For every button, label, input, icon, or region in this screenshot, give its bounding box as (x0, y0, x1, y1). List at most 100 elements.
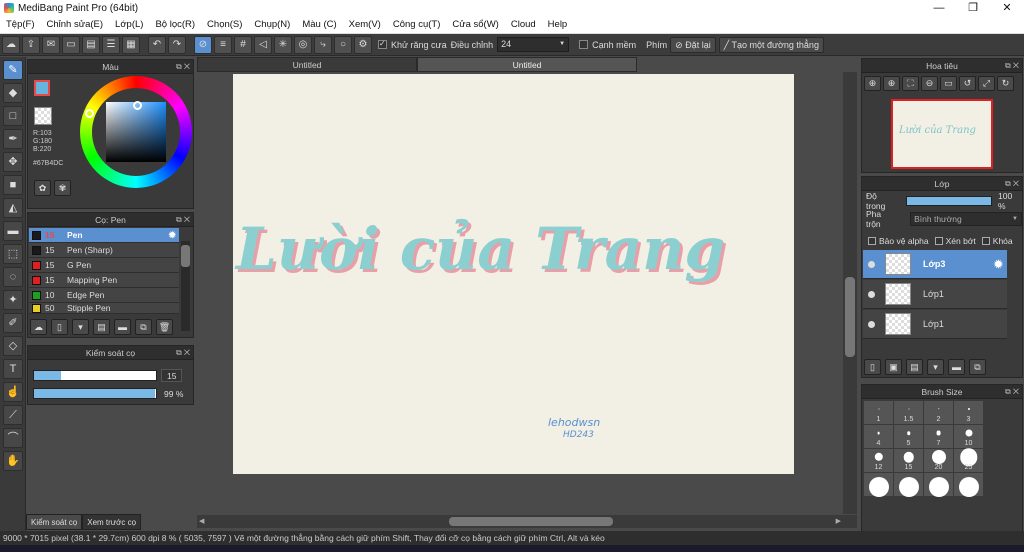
brush-size-preset[interactable]: 4 (864, 425, 893, 448)
menu-cloud[interactable]: Cloud (505, 19, 542, 30)
brush-size-preset[interactable] (894, 473, 923, 497)
horizontal-scroll-thumb[interactable] (449, 517, 613, 526)
visibility-eye-icon[interactable] (868, 260, 875, 268)
operation-tool-icon[interactable]: ☝ (3, 382, 23, 402)
brush-size-preset[interactable]: 1.5 (894, 401, 923, 424)
chat-icon[interactable]: ▭ (62, 35, 80, 54)
menu-window[interactable]: Cửa sổ(W) (446, 19, 504, 30)
zoom-out-icon[interactable]: ⊖ (921, 76, 938, 91)
layer-folder-icon[interactable]: ▬ (948, 359, 965, 375)
color-settings-icon[interactable]: ✾ (54, 180, 71, 196)
layer-opacity-slider[interactable] (906, 196, 993, 206)
tab-document-1[interactable]: Untitled (197, 57, 417, 72)
brush-item[interactable]: 15 Mapping Pen (29, 273, 179, 288)
fit-window-icon[interactable]: ⛶ (902, 76, 919, 91)
duplicate-layer-icon[interactable]: ⧉ (969, 359, 986, 375)
brush-opacity-slider[interactable] (33, 388, 157, 399)
brush-item[interactable]: 50 Stipple Pen (29, 303, 179, 314)
brush-size-preset[interactable]: 7 (924, 425, 953, 448)
brush-size-preset[interactable]: 5 (894, 425, 923, 448)
gear-icon[interactable]: ✹ (168, 230, 176, 241)
shape-tool-icon[interactable]: ■ (3, 175, 23, 195)
hue-knob[interactable] (85, 109, 94, 118)
tab-brush-control[interactable]: Kiểm soát cọ (26, 514, 83, 530)
brush-size-preset[interactable]: 10 (954, 425, 983, 448)
gradient-tool-icon[interactable]: ▬ (3, 221, 23, 241)
brush-size-preset[interactable]: 1 (864, 401, 893, 424)
new-halftone-layer-icon[interactable]: ▣ (885, 359, 902, 375)
brush-tool-icon[interactable]: ✎ (3, 60, 23, 80)
soft-edge-checkbox[interactable] (579, 40, 589, 49)
new-brush-icon[interactable]: ▯ (51, 319, 68, 335)
brush-list-scrollbar[interactable] (181, 241, 190, 331)
actual-size-icon[interactable]: ▭ (940, 76, 957, 91)
drawing-canvas[interactable]: Lười của Trang Lười của Trang lehodwsn H… (233, 74, 794, 474)
menu-file[interactable]: Tệp(F) (0, 19, 41, 30)
layer-row[interactable]: Lớp1 (863, 310, 1007, 339)
hand-tool-icon[interactable]: ✋ (3, 451, 23, 471)
menu-layer[interactable]: Lớp(L) (109, 19, 149, 30)
list-icon[interactable]: ☰ (102, 35, 120, 54)
palette-icon[interactable]: ✿ (34, 180, 51, 196)
redo-icon[interactable]: ↷ (168, 35, 186, 54)
scroll-left-icon[interactable]: ◀ (199, 515, 204, 528)
brush-item[interactable]: 15 Pen ✹ (29, 228, 179, 243)
select-pen-icon[interactable]: ✐ (3, 313, 23, 333)
panel-controls[interactable]: ⧉ ✕ (176, 346, 190, 360)
eyedropper-tool-icon[interactable]: ⌒ (3, 428, 23, 448)
transparent-color-swatch[interactable] (34, 107, 52, 125)
canvas-horizontal-scrollbar[interactable]: ◀ ▶ (197, 515, 857, 528)
menu-edit[interactable]: Chỉnh sửa(E) (41, 19, 110, 30)
new-layer-icon[interactable]: ▯ (864, 359, 881, 375)
antialias-checkbox[interactable] (378, 39, 387, 49)
visibility-eye-icon[interactable] (868, 320, 875, 328)
delete-brush-icon[interactable]: 🗑 (156, 319, 173, 335)
menu-snap[interactable]: Chụp(N) (248, 19, 296, 30)
brush-size-preset[interactable] (924, 473, 953, 497)
brush-size-preset[interactable]: 12 (864, 449, 893, 472)
tab-brush-preview[interactable]: Xem trước cọ (82, 514, 142, 530)
hue-wheel[interactable] (80, 76, 192, 188)
snap-perspective-icon[interactable]: ◁ (254, 35, 272, 54)
menu-filter[interactable]: Bộ lọc(R) (149, 19, 201, 30)
divide-tool-icon[interactable]: ⟋ (3, 405, 23, 425)
lasso-tool-icon[interactable]: ◌ (3, 267, 23, 287)
duplicate-brush-icon[interactable]: ⧉ (135, 319, 152, 335)
text-tool-icon[interactable]: T (3, 359, 23, 379)
menu-select[interactable]: Chọn(S) (201, 19, 248, 30)
navigator-preview[interactable]: Lười của Trang (891, 99, 993, 169)
snap-parallel-icon[interactable]: ≡ (214, 35, 232, 54)
cloud-icon[interactable]: ☁ (2, 35, 20, 54)
move-tool-icon[interactable]: ✥ (3, 152, 23, 172)
upload-icon[interactable]: ⇪ (22, 35, 40, 54)
layer-blend-select[interactable]: Bình thường (910, 212, 1022, 226)
layer-row[interactable]: Lớp3 ✹ (863, 250, 1007, 279)
brush-size-slider[interactable] (33, 370, 157, 381)
clipping-checkbox[interactable] (934, 237, 943, 245)
dot-tool-icon[interactable]: □ (3, 106, 23, 126)
snap-circle-icon[interactable]: ○ (334, 35, 352, 54)
foreground-color-swatch[interactable] (34, 80, 50, 96)
brush-item[interactable]: 15 Pen (Sharp) (29, 243, 179, 258)
sv-knob[interactable] (133, 101, 142, 110)
brush-item[interactable]: 10 Edge Pen (29, 288, 179, 303)
panel-controls[interactable]: ⧉ ✕ (176, 213, 190, 227)
snap-curve-icon[interactable]: ⤷ (314, 35, 332, 54)
add-brush-icon[interactable]: ▾ (72, 319, 89, 335)
brush-cloud-icon[interactable]: ☁ (30, 319, 47, 335)
layer-property-icon[interactable]: ▤ (906, 359, 923, 375)
minimize-button[interactable]: — (922, 0, 956, 16)
panel-controls[interactable]: ⧉ ✕ (1005, 385, 1019, 399)
layer-row[interactable]: Lớp1 (863, 280, 1007, 309)
gear-icon[interactable]: ✹ (994, 258, 1003, 271)
menu-view[interactable]: Xem(V) (343, 19, 387, 30)
zoom-in-step-icon[interactable]: ⊕ (883, 76, 900, 91)
comment-icon[interactable]: ✉ (42, 35, 60, 54)
menu-help[interactable]: Help (542, 19, 574, 30)
fullscreen-icon[interactable]: ⤢ (978, 76, 995, 91)
brush-size-value[interactable]: 15 (161, 369, 183, 382)
saturation-value-square[interactable] (106, 102, 166, 162)
brush-size-preset[interactable] (864, 473, 893, 497)
brush-size-preset[interactable]: 20 (924, 449, 953, 472)
brush-size-preset[interactable]: 2 (924, 401, 953, 424)
